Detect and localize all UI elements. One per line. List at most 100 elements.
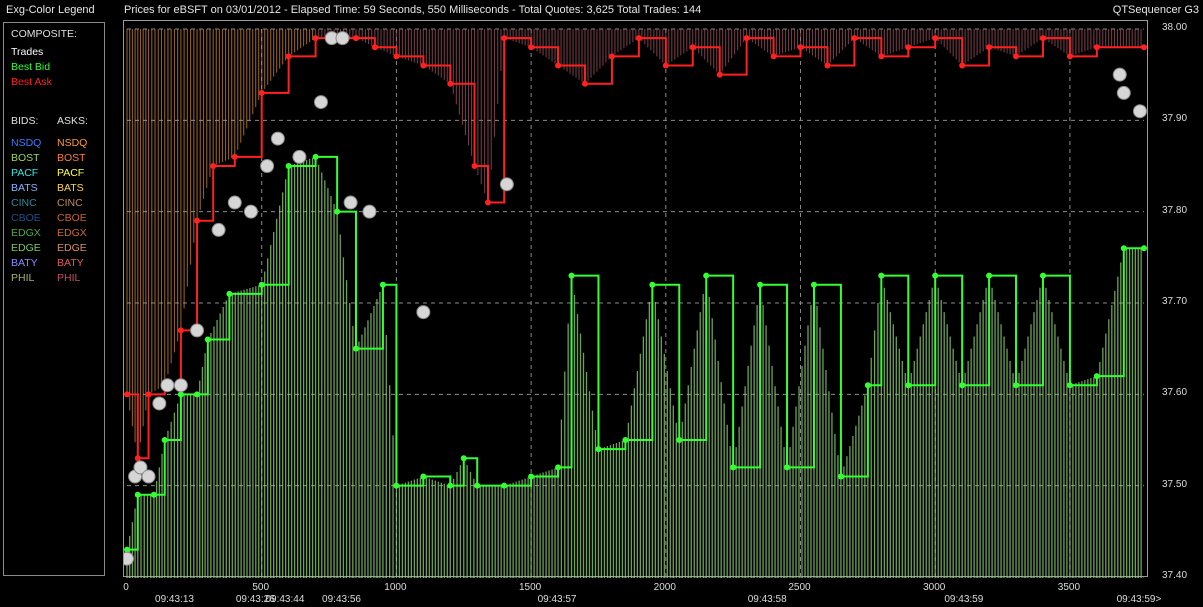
app-name: QTSequencer G3 bbox=[1112, 4, 1199, 16]
best-bid-point bbox=[986, 272, 993, 279]
y-tick-label: 37.90 bbox=[1162, 113, 1188, 125]
trade-point bbox=[292, 149, 307, 164]
legend-bid-cinc: CINC bbox=[11, 197, 37, 209]
trade-point bbox=[260, 159, 275, 173]
x-time-tick-label: 09:43:56 bbox=[322, 594, 361, 605]
y-tick-label: 37.70 bbox=[1162, 296, 1188, 307]
best-bid-point bbox=[226, 290, 233, 297]
x-time-tick-label: 09:43:59 bbox=[944, 594, 984, 605]
x-quote-tick-label: 3500 bbox=[1057, 582, 1081, 593]
best-bid-point bbox=[932, 272, 939, 279]
legend-best-bid: Best Bid bbox=[11, 61, 51, 73]
best-bid-point bbox=[622, 437, 629, 443]
best-ask-point bbox=[770, 53, 777, 60]
best-bid-point bbox=[568, 272, 575, 279]
trade-point bbox=[173, 378, 188, 393]
legend-ask-cinc: CINC bbox=[57, 197, 83, 209]
x-time-tick-label: 09:43:58 bbox=[747, 594, 787, 605]
best-bid-point bbox=[1093, 373, 1100, 380]
best-ask-point bbox=[797, 44, 804, 51]
best-ask-point bbox=[878, 53, 885, 60]
x-time-tick-label: 09:43:44 bbox=[265, 594, 305, 605]
best-bid-point bbox=[1120, 245, 1127, 252]
best-ask-point bbox=[485, 199, 492, 206]
price-chart bbox=[123, 20, 1148, 578]
trade-point bbox=[313, 95, 328, 110]
trade-point bbox=[362, 204, 377, 219]
best-bid-point bbox=[676, 437, 683, 443]
best-ask-point bbox=[851, 35, 858, 42]
best-bid-point bbox=[730, 464, 737, 471]
x-quote-tick-label: 500 bbox=[252, 582, 270, 593]
legend-bid-phil: PHIL bbox=[11, 272, 35, 284]
best-bid-point bbox=[447, 482, 454, 489]
best-ask-point bbox=[743, 35, 750, 42]
best-bid-point bbox=[757, 281, 764, 288]
best-ask-point bbox=[471, 163, 478, 169]
best-bid-point bbox=[258, 281, 265, 288]
legend-ask-phil: PHIL bbox=[57, 272, 81, 284]
exchange-color-legend: COMPOSITE: Trades Best Bid Best Ask BIDS… bbox=[3, 22, 105, 576]
y-tick-label: 37.80 bbox=[1162, 204, 1188, 216]
trade-point bbox=[190, 323, 205, 338]
best-ask-point bbox=[905, 44, 912, 51]
x-time-tick-label: 09:43:13 bbox=[155, 594, 194, 605]
best-bid-point bbox=[393, 482, 400, 489]
best-bid-point bbox=[1066, 382, 1073, 389]
best-bid-point bbox=[864, 382, 871, 389]
best-bid-point bbox=[649, 281, 656, 288]
trade-point bbox=[1112, 67, 1127, 82]
best-ask-point bbox=[420, 62, 427, 69]
chart-title: Prices for eBSFT on 03/01/2012 - Elapsed… bbox=[124, 4, 702, 16]
best-bid-point bbox=[810, 281, 817, 288]
trade-point bbox=[1116, 85, 1131, 100]
best-ask-point bbox=[177, 327, 184, 334]
legend-bid-edgx: EDGX bbox=[11, 227, 41, 239]
best-bid-point bbox=[905, 382, 912, 389]
legend-bid-cboe: CBOE bbox=[11, 212, 41, 224]
best-ask-point bbox=[210, 163, 217, 169]
trade-point bbox=[124, 551, 134, 566]
x-quote-tick-label: 0 bbox=[123, 582, 129, 593]
best-bid-point bbox=[959, 382, 966, 389]
legend-trades: Trades bbox=[11, 46, 44, 58]
legend-ask-pacf: PACF bbox=[57, 167, 85, 179]
best-ask-point bbox=[528, 44, 535, 51]
best-ask-point bbox=[285, 53, 292, 60]
legend-bid-pacf: PACF bbox=[11, 167, 39, 179]
chart-canvas bbox=[124, 28, 1147, 578]
best-ask-point bbox=[986, 44, 993, 51]
best-ask-point bbox=[501, 35, 508, 42]
best-bid-point bbox=[124, 546, 130, 553]
best-bid-point bbox=[312, 153, 319, 160]
legend-ask-nsdq: NSDQ bbox=[57, 137, 88, 149]
best-ask-point bbox=[1039, 35, 1046, 42]
x-quote-tick-label: 1000 bbox=[384, 582, 407, 593]
best-ask-point bbox=[1013, 53, 1020, 60]
best-bid-point bbox=[420, 473, 427, 480]
best-bid-point bbox=[194, 391, 201, 398]
legend-bid-edge: EDGE bbox=[11, 242, 41, 254]
legend-best-ask: Best Ask bbox=[11, 76, 52, 88]
trade-point bbox=[499, 177, 514, 192]
best-ask-point bbox=[145, 391, 152, 398]
legend-bid-bats: BATS bbox=[11, 182, 38, 194]
best-bid-point bbox=[150, 491, 157, 498]
trade-point bbox=[152, 396, 167, 411]
legend-bid-nsdq: NSDQ bbox=[11, 137, 42, 149]
best-bid-point bbox=[1013, 382, 1020, 389]
best-bid-point bbox=[528, 473, 535, 480]
best-ask-point bbox=[1066, 53, 1073, 60]
best-bid-point bbox=[334, 208, 341, 215]
best-bid-point bbox=[134, 491, 141, 498]
trade-point bbox=[1132, 104, 1147, 119]
best-ask-point bbox=[124, 391, 130, 398]
legend-ask-baty: BATY bbox=[57, 257, 84, 269]
best-bid-point bbox=[501, 482, 508, 489]
trade-point bbox=[160, 378, 175, 393]
x-quote-tick-label: 2500 bbox=[788, 582, 811, 593]
best-ask-point bbox=[716, 71, 723, 78]
best-ask-point bbox=[932, 35, 939, 42]
best-bid-point bbox=[379, 281, 386, 288]
composite-header: COMPOSITE: bbox=[11, 28, 77, 40]
